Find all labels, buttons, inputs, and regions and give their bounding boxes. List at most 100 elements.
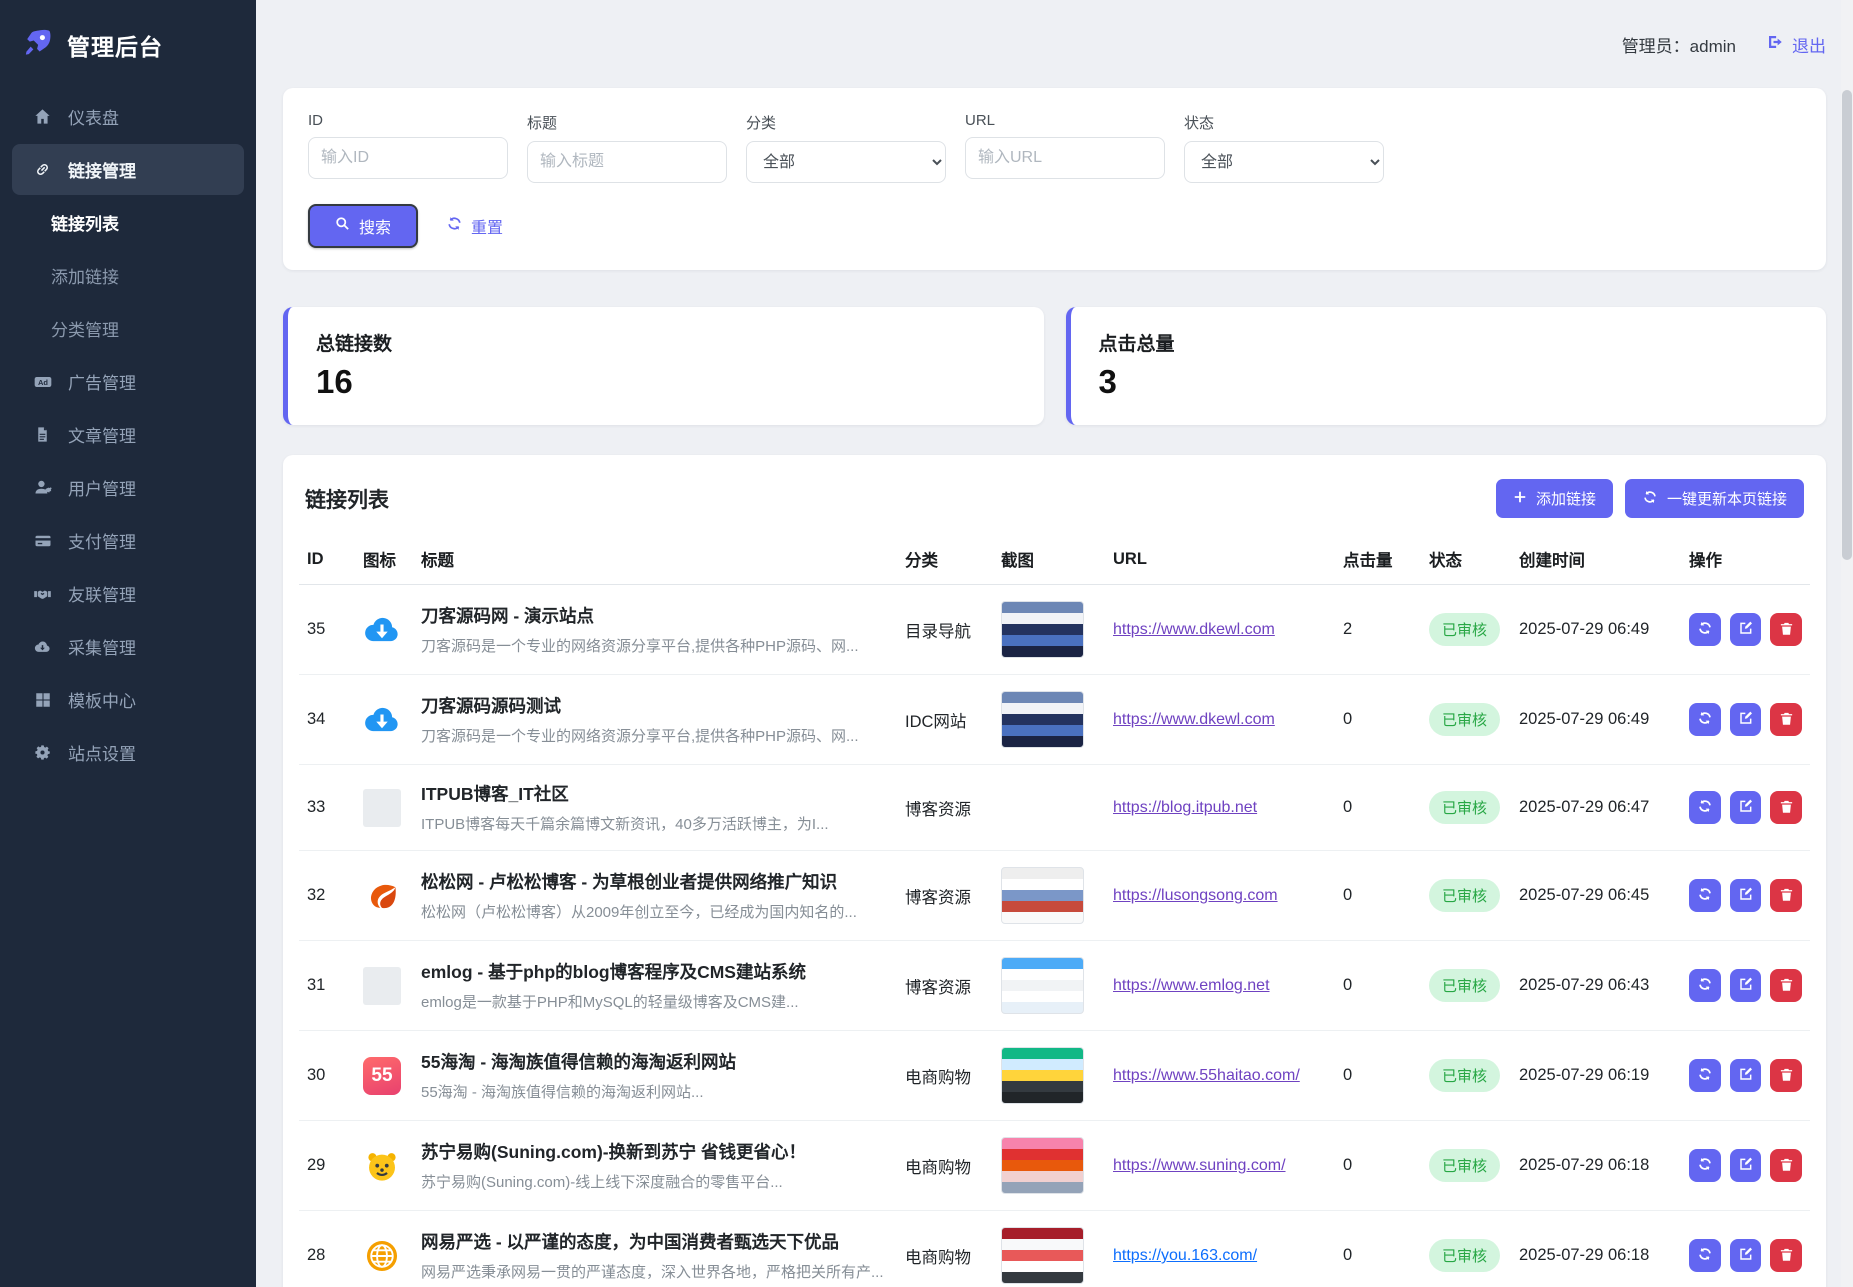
- created-time: 2025-07-29 06:18: [1511, 1121, 1681, 1211]
- link-desc: ITPUB博客每天千篇余篇博文新资讯，40多万活跃博主，为I...: [421, 813, 889, 834]
- sidebar-item-articles[interactable]: 文章管理: [12, 409, 244, 460]
- delete-link-button[interactable]: [1770, 791, 1802, 824]
- link-category: 博客资源: [897, 851, 993, 941]
- edit-link-button[interactable]: [1730, 1059, 1762, 1092]
- sidebar-item-label: 支付管理: [68, 528, 136, 553]
- delete-link-button[interactable]: [1770, 879, 1802, 912]
- id-input[interactable]: [308, 137, 508, 179]
- column-header: 图标: [355, 534, 413, 585]
- sidebar-item-dashboard[interactable]: 仪表盘: [12, 91, 244, 142]
- add-link-button[interactable]: 添加链接: [1496, 479, 1613, 518]
- delete-link-button[interactable]: [1770, 1059, 1802, 1092]
- page-scrollbar-thumb[interactable]: [1842, 90, 1852, 560]
- status-select[interactable]: 全部: [1184, 141, 1384, 183]
- stat-value: 16: [316, 363, 1016, 401]
- logout-button[interactable]: 退出: [1766, 32, 1826, 57]
- link-title: emlog - 基于php的blog博客程序及CMS建站系统: [421, 959, 889, 984]
- refresh-link-button[interactable]: [1689, 613, 1721, 646]
- column-header: 截图: [993, 534, 1105, 585]
- sidebar-item-label: 仪表盘: [68, 104, 119, 129]
- dog-icon: [363, 1147, 401, 1185]
- site-screenshot: [1001, 1047, 1084, 1104]
- link-url[interactable]: https://www.emlog.net: [1113, 977, 1270, 994]
- row-id: 35: [299, 585, 355, 675]
- edit-link-button[interactable]: [1730, 613, 1762, 646]
- sidebar-subitem-link-list[interactable]: 链接列表: [12, 197, 244, 248]
- table-row: 34 刀客源码源码测试 刀客源码是一个专业的网络资源分享平台,提供各种PHP源码…: [299, 675, 1810, 765]
- sidebar-item-collect[interactable]: 采集管理: [12, 621, 244, 672]
- trash-icon: [1779, 1157, 1794, 1175]
- delete-link-button[interactable]: [1770, 613, 1802, 646]
- edit-link-button[interactable]: [1730, 1239, 1762, 1272]
- sidebar-item-links[interactable]: 链接管理: [12, 144, 244, 195]
- filter-id: ID: [308, 112, 508, 183]
- refresh-link-button[interactable]: [1689, 969, 1721, 1002]
- link-url[interactable]: https://you.163.com/: [1113, 1247, 1257, 1264]
- sidebar-item-payments[interactable]: 支付管理: [12, 515, 244, 566]
- created-time: 2025-07-29 06:45: [1511, 851, 1681, 941]
- refresh-icon: [1697, 1246, 1713, 1265]
- sidebar-subitem-category-manage[interactable]: 分类管理: [12, 303, 244, 354]
- delete-link-button[interactable]: [1770, 969, 1802, 1002]
- category-select[interactable]: 全部: [746, 141, 946, 183]
- sidebar-item-templates[interactable]: 模板中心: [12, 674, 244, 725]
- refresh-link-button[interactable]: [1689, 703, 1721, 736]
- table-column-row: ID图标标题分类截图URL点击量状态创建时间操作: [299, 534, 1810, 585]
- thumbnail-cell: [993, 941, 1105, 1031]
- status-badge: 已审核: [1429, 703, 1500, 736]
- edit-link-button[interactable]: [1730, 703, 1762, 736]
- sidebar-subitem-add-link[interactable]: 添加链接: [12, 250, 244, 301]
- delete-link-button[interactable]: [1770, 1239, 1802, 1272]
- refresh-link-button[interactable]: [1689, 879, 1721, 912]
- column-header: 状态: [1421, 534, 1511, 585]
- link-url[interactable]: https://blog.itpub.net: [1113, 799, 1257, 816]
- thumbnail-cell: [993, 1031, 1105, 1121]
- delete-link-button[interactable]: [1770, 703, 1802, 736]
- refresh-link-button[interactable]: [1689, 1239, 1721, 1272]
- card-icon: [32, 530, 53, 551]
- search-button[interactable]: 搜索: [308, 204, 418, 248]
- cloud-icon: [363, 701, 401, 739]
- link-url[interactable]: https://www.55haitao.com/: [1113, 1067, 1300, 1084]
- edit-link-button[interactable]: [1730, 969, 1762, 1002]
- status-badge: 已审核: [1429, 969, 1500, 1002]
- refresh-link-button[interactable]: [1689, 791, 1721, 824]
- link-category: 博客资源: [897, 941, 993, 1031]
- edit-link-button[interactable]: [1730, 791, 1762, 824]
- edit-link-button[interactable]: [1730, 1149, 1762, 1182]
- link-url[interactable]: https://www.suning.com/: [1113, 1157, 1286, 1174]
- refresh-link-button[interactable]: [1689, 1059, 1721, 1092]
- table-title: 链接列表: [305, 484, 389, 514]
- main-content: 管理员：admin 退出 ID 标题 分类 全部 URL 状态 全部: [256, 0, 1853, 1287]
- title-input[interactable]: [527, 141, 727, 183]
- link-url[interactable]: https://lusongsong.com: [1113, 887, 1278, 904]
- trash-icon: [1779, 887, 1794, 905]
- edit-link-button[interactable]: [1730, 879, 1762, 912]
- users-icon: [32, 477, 53, 498]
- link-url[interactable]: https://www.dkewl.com: [1113, 711, 1275, 728]
- sidebar-item-ads[interactable]: Ad 广告管理: [12, 356, 244, 407]
- click-count: 0: [1335, 851, 1421, 941]
- column-header: ID: [299, 534, 355, 585]
- link-url[interactable]: https://www.dkewl.com: [1113, 621, 1275, 638]
- stat-card-total-links: 总链接数 16: [283, 307, 1044, 425]
- sidebar-item-users[interactable]: 用户管理: [12, 462, 244, 513]
- filter-label: URL: [965, 112, 1165, 129]
- links-table: ID图标标题分类截图URL点击量状态创建时间操作 35 刀客源码网 - 演示站点…: [299, 534, 1810, 1287]
- refresh-link-button[interactable]: [1689, 1149, 1721, 1182]
- edit-icon: [1738, 1246, 1754, 1265]
- row-actions: [1689, 703, 1802, 736]
- sidebar-item-friends[interactable]: 友联管理: [12, 568, 244, 619]
- reset-button[interactable]: 重置: [446, 214, 503, 238]
- update-page-links-button[interactable]: 一键更新本页链接: [1625, 479, 1804, 518]
- filter-label: 标题: [527, 112, 727, 133]
- link-title: 网易严选 - 以严谨的态度，为中国消费者甄选天下优品: [421, 1229, 889, 1254]
- placeholder-icon: [363, 789, 401, 827]
- sidebar-item-settings[interactable]: 站点设置: [12, 727, 244, 778]
- status-badge: 已审核: [1429, 879, 1500, 912]
- url-input[interactable]: [965, 137, 1165, 179]
- globe-icon: [363, 1237, 401, 1275]
- placeholder-icon: [363, 967, 401, 1005]
- logout-icon: [1766, 33, 1784, 56]
- delete-link-button[interactable]: [1770, 1149, 1802, 1182]
